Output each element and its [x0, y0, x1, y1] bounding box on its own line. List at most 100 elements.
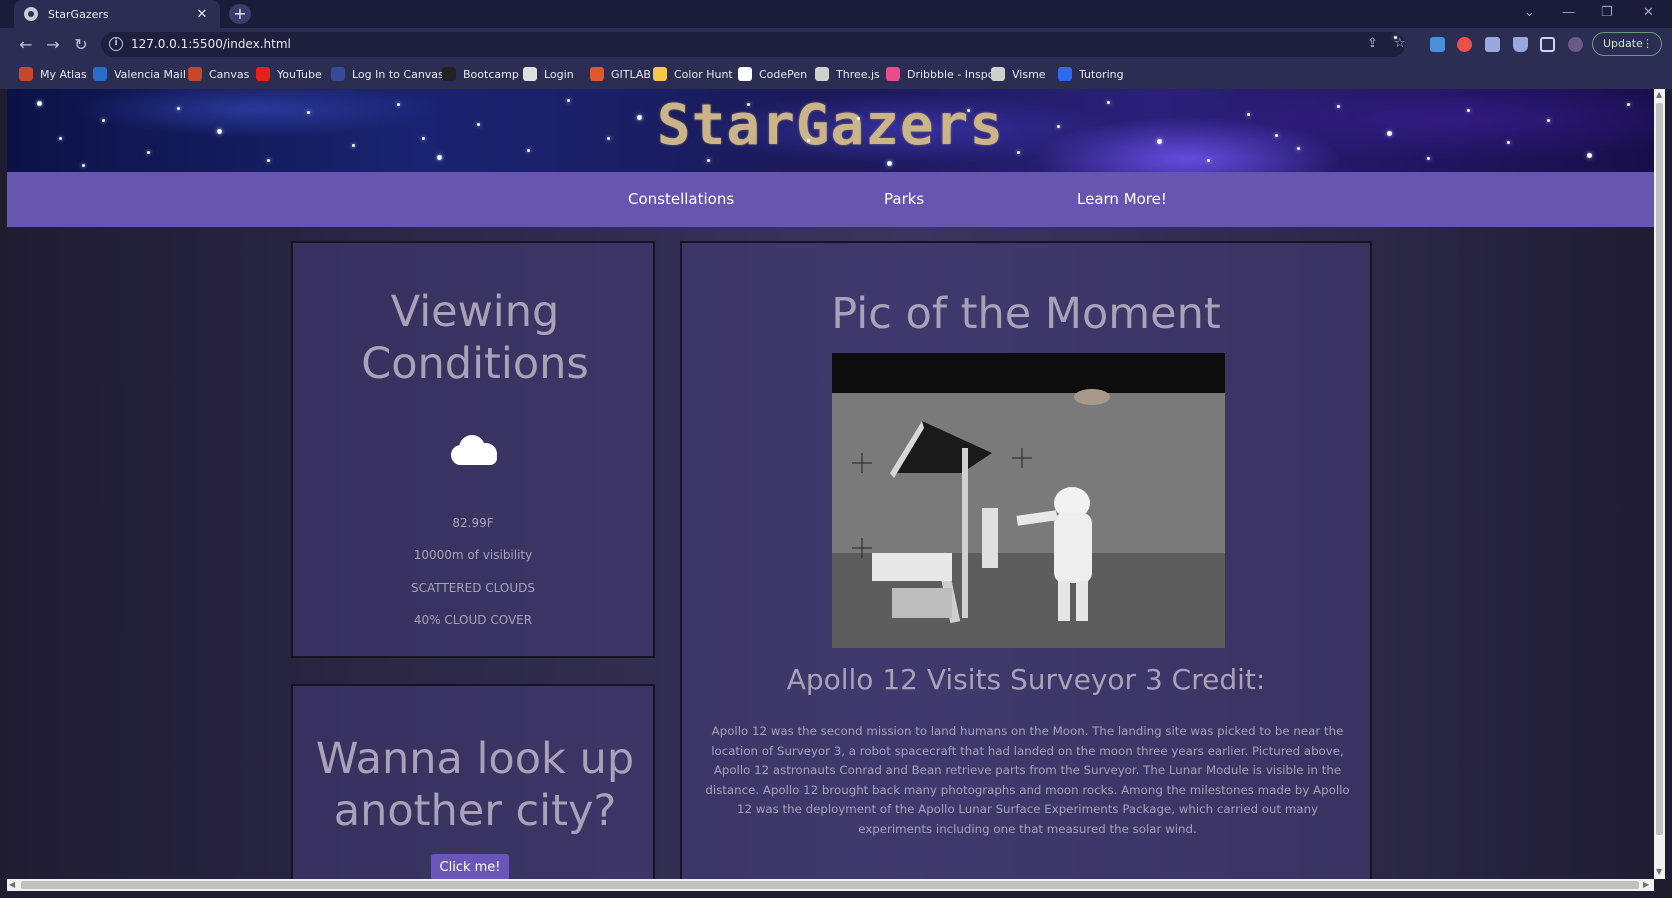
bookmark-item[interactable]: Login	[523, 67, 574, 81]
photo-caption-body: Apollo 12 was the second mission to land…	[705, 724, 1350, 836]
bookmark-item[interactable]: YouTube	[256, 67, 322, 81]
bookmark-label: Three.js	[836, 67, 880, 81]
photo-caption-title: Apollo 12 Visits Surveyor 3 Credit:	[786, 663, 1266, 696]
star-decoration	[1275, 134, 1278, 137]
star-decoration	[307, 111, 310, 114]
star-decoration	[1157, 139, 1162, 144]
youtube-icon	[256, 67, 270, 81]
tab-close-icon[interactable]: ✕	[194, 7, 210, 22]
star-decoration	[1427, 157, 1430, 160]
bookmark-item[interactable]: Canvas	[188, 67, 249, 81]
cloud-icon	[449, 433, 501, 465]
scroll-up-icon[interactable]: ▲	[1656, 90, 1662, 99]
minimize-icon[interactable]: —	[1562, 5, 1575, 20]
weather-description: SCATTERED CLOUDS	[410, 581, 535, 595]
scroll-down-icon[interactable]: ▼	[1656, 867, 1662, 876]
star-decoration	[217, 129, 222, 134]
scroll-right-icon[interactable]: ▶	[1643, 880, 1649, 889]
site-logo[interactable]: StarGazers	[7, 93, 1654, 158]
star-decoration	[102, 119, 105, 122]
star-decoration	[1337, 105, 1340, 108]
bookmark-item[interactable]: GITLAB	[590, 67, 651, 81]
horizontal-scroll-thumb[interactable]	[21, 881, 1639, 889]
bookmark-item[interactable]: Bootcamp	[442, 67, 519, 81]
bookmark-item[interactable]: CodePen	[738, 67, 807, 81]
star-decoration	[747, 103, 750, 106]
bookmark-item[interactable]: Log In to Canvas	[331, 67, 444, 81]
star-decoration	[707, 159, 710, 162]
login-icon	[523, 67, 537, 81]
nav-link-learn-more[interactable]: Learn More!	[1077, 190, 1167, 208]
site-info-icon[interactable]: i	[109, 37, 123, 51]
bookmark-item[interactable]: Valencia Mail	[93, 67, 186, 81]
globe-icon	[24, 7, 38, 21]
bookmark-item[interactable]: Color Hunt	[653, 67, 733, 81]
forward-icon[interactable]: →	[43, 35, 63, 54]
star-decoration	[397, 103, 400, 106]
gitlab-icon	[590, 67, 604, 81]
tab-strip: StarGazers ✕ + ⌄ — ❐ ✕	[0, 0, 1672, 28]
star-decoration	[1057, 125, 1060, 128]
labs-icon[interactable]	[1513, 37, 1528, 52]
visibility-value: 10000m of visibility	[413, 548, 533, 562]
bookmark-label: My Atlas	[40, 67, 87, 81]
update-button[interactable]: Update ⋮	[1592, 32, 1662, 56]
cloud-cover-value: 40% CLOUD COVER	[413, 613, 533, 627]
click-me-button[interactable]: Click me!	[431, 854, 509, 879]
reload-icon[interactable]: ↻	[71, 35, 91, 54]
star-decoration	[1547, 119, 1550, 122]
codepen-icon	[738, 67, 752, 81]
atlas-icon	[19, 67, 33, 81]
browser-tab[interactable]: StarGazers ✕	[14, 0, 220, 28]
bookmark-item[interactable]: Dribbble - Inspo	[886, 67, 994, 81]
vertical-scroll-thumb[interactable]	[1656, 103, 1663, 835]
star-decoration	[857, 117, 860, 120]
vertical-scrollbar[interactable]: ▲ ▼	[1654, 89, 1665, 879]
restore-icon[interactable]: ❐	[1601, 5, 1613, 20]
bookmark-label: Login	[544, 67, 574, 81]
tutoring-icon	[1058, 67, 1072, 81]
star-decoration	[267, 159, 270, 162]
window-close-icon[interactable]: ✕	[1643, 5, 1654, 20]
star-decoration	[637, 115, 642, 120]
bookmark-label: Color Hunt	[674, 67, 733, 81]
threejs-icon	[815, 67, 829, 81]
scroll-left-icon[interactable]: ◀	[9, 880, 15, 889]
bookmarks-bar: My Atlas Valencia Mail Canvas YouTube Log In…	[0, 61, 1672, 89]
temperature-value: 82.99F	[452, 516, 494, 530]
tab-search-icon[interactable]: ⌄	[1524, 5, 1535, 20]
star-decoration	[887, 161, 892, 166]
new-tab-button[interactable]: +	[229, 4, 251, 24]
back-icon[interactable]: ←	[16, 35, 36, 54]
extension-icon[interactable]	[1430, 37, 1445, 52]
tab-title: StarGazers	[48, 7, 109, 21]
star-decoration	[567, 99, 570, 102]
main-nav: Constellations Parks Learn More!	[7, 172, 1654, 227]
star-decoration	[1207, 159, 1210, 162]
share-icon[interactable]: ⇪	[1367, 36, 1378, 51]
avatar[interactable]	[1568, 37, 1583, 52]
bookmark-item[interactable]: My Atlas	[19, 67, 87, 81]
dribbble-icon	[886, 67, 900, 81]
apollo-12-photo	[832, 353, 1225, 648]
bookmark-item[interactable]: Three.js	[815, 67, 880, 81]
bookmark-label: YouTube	[277, 67, 322, 81]
star-decoration	[1017, 151, 1020, 154]
puzzle-icon[interactable]	[1485, 37, 1500, 52]
nav-link-constellations[interactable]: Constellations	[628, 190, 734, 208]
bookmark-item[interactable]: Visme	[991, 67, 1046, 81]
bookmark-label: Bootcamp	[463, 67, 519, 81]
side-panel-icon[interactable]	[1540, 37, 1555, 52]
star-decoration	[1507, 141, 1510, 144]
horizontal-scrollbar[interactable]: ◀ ▶	[7, 879, 1654, 891]
nav-link-parks[interactable]: Parks	[884, 190, 924, 208]
bookmark-item[interactable]: Tutoring	[1058, 67, 1124, 81]
colorhunt-icon	[653, 67, 667, 81]
address-bar[interactable]: i 127.0.0.1:5500/index.html ⇪ ☆	[101, 32, 1406, 57]
extension-icon[interactable]	[1457, 37, 1472, 52]
star-decoration	[1107, 101, 1110, 104]
page-viewport: StarGazers Constellations Parks Learn Mo…	[7, 89, 1654, 879]
update-label: Update	[1603, 37, 1643, 50]
bookmark-star-icon[interactable]: ☆	[1394, 36, 1406, 51]
star-decoration	[1467, 109, 1470, 112]
